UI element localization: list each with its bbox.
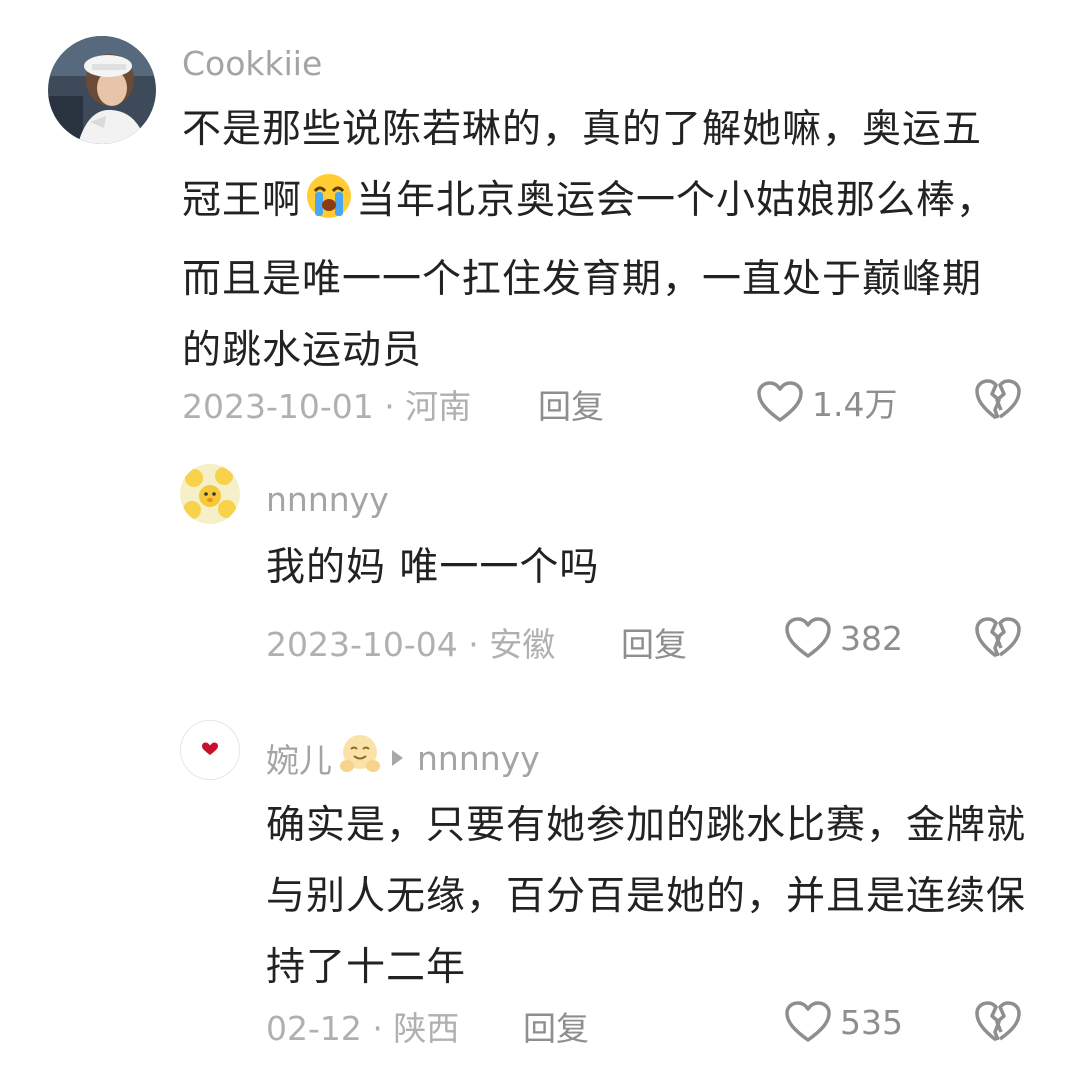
comment-author[interactable]: 婉儿 nnnnyy (266, 732, 540, 784)
broken-heart-icon (975, 617, 1021, 658)
comment-meta: 02-12 · 陕西 (266, 1009, 460, 1048)
avatar[interactable] (180, 464, 240, 524)
reply-button[interactable]: 回复 (523, 1002, 589, 1050)
yellow-duck-pattern-avatar-icon (180, 464, 240, 524)
comment-meta: 2023-10-04 · 安徽 (266, 625, 556, 664)
like-button[interactable]: 382 (784, 616, 903, 660)
author-name: nnnnyy (266, 480, 389, 519)
heart-icon (757, 381, 803, 422)
author-name: Cookkiie (182, 44, 323, 83)
reply-button[interactable]: 回复 (621, 618, 687, 666)
broken-heart-icon (975, 1001, 1021, 1042)
broken-heart-icon (975, 379, 1021, 420)
comment-text: 我的妈 唯一一个吗 (266, 545, 600, 590)
like-button[interactable]: 1.4万 (756, 378, 897, 426)
comment-meta: 2023-10-01 · 河南 (182, 387, 472, 426)
avatar[interactable] (180, 720, 240, 780)
user-photo-avatar-icon (48, 36, 156, 144)
like-count: 1.4万 (812, 385, 898, 424)
dislike-button[interactable] (974, 378, 1022, 426)
comment-author[interactable]: nnnnyy (266, 480, 389, 519)
dislike-button[interactable] (974, 1000, 1022, 1048)
reply-to-name[interactable]: nnnnyy (417, 739, 540, 778)
reply-arrow-icon (392, 750, 403, 766)
reply-button[interactable]: 回复 (538, 380, 604, 428)
like-button[interactable]: 535 (784, 1000, 903, 1044)
dislike-button[interactable] (974, 616, 1022, 664)
comment-author[interactable]: Cookkiie (182, 44, 322, 83)
loudly-crying-face-icon (304, 171, 354, 244)
small-red-heart-avatar-icon (181, 721, 239, 779)
heart-icon (785, 1001, 831, 1042)
heart-icon (785, 617, 831, 658)
hugging-face-icon (338, 732, 382, 784)
comment-text: 确实是，只要有她参加的跳水比赛，金牌就与别人无缘，百分百是她的，并且是连续保持了… (266, 803, 1027, 990)
like-count: 382 (840, 618, 903, 658)
author-name: 婉儿 (266, 741, 332, 780)
avatar[interactable] (48, 36, 156, 144)
comment-text: 不是那些说陈若琳的，真的了解她嘛，奥运五冠王啊 当年北京奥运会一个小姑娘那么棒，而… (182, 94, 1012, 386)
like-count: 535 (840, 1002, 903, 1042)
